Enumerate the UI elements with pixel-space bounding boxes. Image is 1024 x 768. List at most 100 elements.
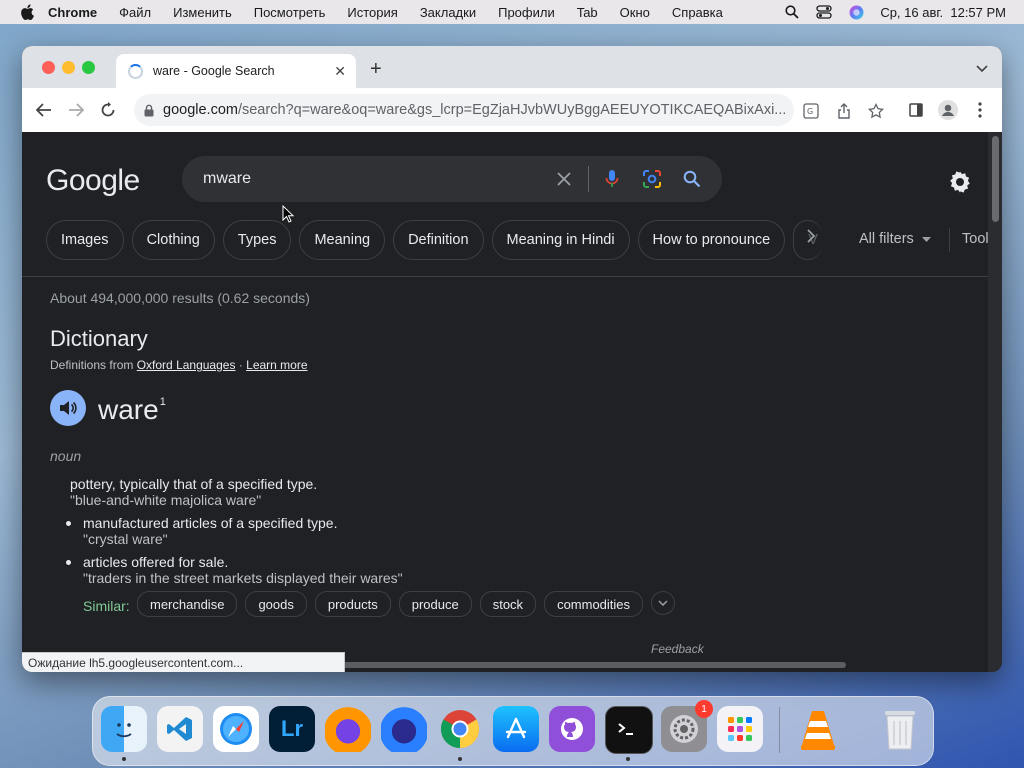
svg-text:G: G — [807, 107, 813, 116]
finder-icon[interactable] — [101, 706, 147, 752]
menu-tab[interactable]: Tab — [577, 5, 598, 20]
menu-edit[interactable]: Изменить — [173, 5, 232, 20]
running-indicator — [458, 757, 462, 761]
chips-scroll-right-icon[interactable] — [806, 229, 816, 248]
browser-toolbar: google.com/search?q=ware&oq=ware&gs_lcrp… — [22, 88, 1002, 133]
siri-icon[interactable] — [848, 4, 864, 20]
similar-chip[interactable]: commodities — [544, 591, 644, 617]
apple-icon[interactable] — [20, 4, 34, 20]
search-input[interactable]: mware — [203, 170, 251, 188]
chip-images[interactable]: Images — [46, 220, 124, 260]
chip-how-to-pronounce[interactable]: How to pronounce — [637, 220, 786, 260]
oxford-languages-link[interactable]: Oxford Languages — [137, 358, 236, 372]
stop-loading-icon[interactable] — [98, 100, 118, 120]
similar-chip[interactable]: merchandise — [137, 591, 238, 617]
chip-definition[interactable]: Definition — [393, 220, 484, 260]
mouse-cursor-icon — [282, 204, 295, 228]
window-close-button[interactable] — [42, 61, 55, 74]
example-3: "traders in the street markets displayed… — [83, 570, 403, 586]
horizontal-scrollbar[interactable] — [342, 662, 846, 668]
address-bar[interactable]: google.com/search?q=ware&oq=ware&gs_lcrp… — [134, 94, 794, 126]
menu-profiles[interactable]: Профили — [498, 5, 555, 20]
side-panel-icon[interactable] — [906, 100, 926, 120]
feedback-link[interactable]: Feedback — [651, 642, 704, 656]
search-box[interactable]: mware — [182, 156, 722, 202]
menu-datetime[interactable]: Ср, 16 авг. 12:57 PM — [880, 5, 1006, 20]
similar-chip[interactable]: produce — [398, 591, 472, 617]
chip-meaning[interactable]: Meaning — [299, 220, 386, 260]
pronunciation-speaker-icon[interactable] — [50, 390, 86, 426]
tab-active[interactable]: ware - Google Search ✕ — [116, 54, 356, 88]
app-store-icon[interactable] — [493, 706, 539, 752]
translate-icon[interactable]: G — [802, 102, 820, 120]
menu-app-name[interactable]: Chrome — [48, 5, 97, 20]
headword: ware1 — [98, 394, 166, 425]
url-text: google.com/search?q=ware&oq=ware&gs_lcrp… — [163, 102, 785, 118]
definition-1: pottery, typically that of a specified t… — [70, 476, 318, 492]
new-tab-icon[interactable]: + — [370, 58, 382, 81]
browser-window: ware - Google Search ✕ + google.com/sear… — [22, 46, 1002, 672]
tab-strip: ware - Google Search ✕ + — [22, 46, 1002, 88]
menu-file[interactable]: Файл — [119, 5, 151, 20]
control-center-icon[interactable] — [816, 4, 832, 20]
terminal-icon[interactable] — [605, 706, 653, 754]
menu-window[interactable]: Окно — [620, 5, 650, 20]
search-submit-icon[interactable] — [682, 169, 702, 189]
similar-chip[interactable]: products — [314, 591, 391, 617]
menu-help[interactable]: Справка — [672, 5, 723, 20]
definition-source: Definitions from Oxford Languages · Lear… — [50, 358, 308, 372]
trash-icon[interactable] — [877, 706, 923, 752]
forward-arrow-icon[interactable] — [66, 100, 86, 120]
window-minimize-button[interactable] — [62, 61, 75, 74]
result-stats: About 494,000,000 results (0.62 seconds) — [50, 290, 310, 306]
headword-index: 1 — [159, 396, 166, 408]
google-lens-icon[interactable] — [642, 169, 662, 189]
github-desktop-icon[interactable] — [549, 706, 595, 752]
dock: Lr 1 — [92, 696, 934, 766]
menu-history[interactable]: История — [347, 5, 397, 20]
tab-close-icon[interactable]: ✕ — [334, 63, 346, 80]
profile-avatar-icon[interactable] — [938, 100, 958, 120]
launchpad-icon[interactable] — [717, 706, 763, 752]
all-filters-button[interactable]: All filters — [859, 231, 931, 247]
part-of-speech: noun — [50, 448, 82, 464]
running-indicator — [626, 757, 630, 761]
chrome-menu-kebab-icon[interactable] — [970, 100, 990, 120]
settings-gear-icon[interactable] — [948, 170, 972, 199]
dictionary-heading: Dictionary — [50, 326, 148, 351]
definition-bullet — [66, 521, 71, 526]
lightroom-icon[interactable]: Lr — [269, 706, 315, 752]
learn-more-link[interactable]: Learn more — [246, 358, 307, 372]
safari-icon[interactable] — [213, 706, 259, 752]
chrome-icon[interactable] — [437, 706, 483, 752]
filters-divider — [949, 228, 950, 252]
firefox-icon[interactable] — [325, 706, 371, 752]
firefox-developer-icon[interactable] — [381, 706, 427, 752]
share-icon[interactable] — [835, 102, 853, 120]
filter-chips: Images Clothing Types Meaning Definition… — [46, 220, 822, 260]
scrollbar-thumb[interactable] — [992, 136, 999, 222]
spotlight-search-icon[interactable] — [784, 4, 800, 20]
expand-similar-chevron-icon[interactable] — [651, 591, 676, 615]
status-bar: Ожидание lh5.googleusercontent.com... — [22, 652, 345, 672]
tools-button[interactable]: Tools — [962, 231, 988, 247]
vertical-scrollbar[interactable] — [988, 132, 1002, 672]
window-zoom-button[interactable] — [82, 61, 95, 74]
vlc-icon[interactable] — [795, 706, 841, 752]
similar-chip[interactable]: stock — [479, 591, 537, 617]
bookmark-star-icon[interactable] — [867, 102, 885, 120]
voice-search-mic-icon[interactable] — [602, 169, 622, 189]
search-box-divider — [588, 166, 589, 192]
google-logo[interactable]: Google — [46, 164, 140, 198]
tab-search-chevron-icon[interactable] — [976, 60, 988, 78]
menu-bookmarks[interactable]: Закладки — [420, 5, 476, 20]
lock-icon[interactable] — [144, 104, 154, 117]
similar-chip[interactable]: goods — [245, 591, 307, 617]
back-arrow-icon[interactable] — [34, 100, 54, 120]
vscode-icon[interactable] — [157, 706, 203, 752]
system-settings-icon[interactable]: 1 — [661, 700, 713, 752]
chip-meaning-in-hindi[interactable]: Meaning in Hindi — [491, 220, 630, 260]
menu-view[interactable]: Посмотреть — [254, 5, 326, 20]
chip-clothing[interactable]: Clothing — [131, 220, 215, 260]
clear-search-icon[interactable] — [554, 169, 574, 189]
